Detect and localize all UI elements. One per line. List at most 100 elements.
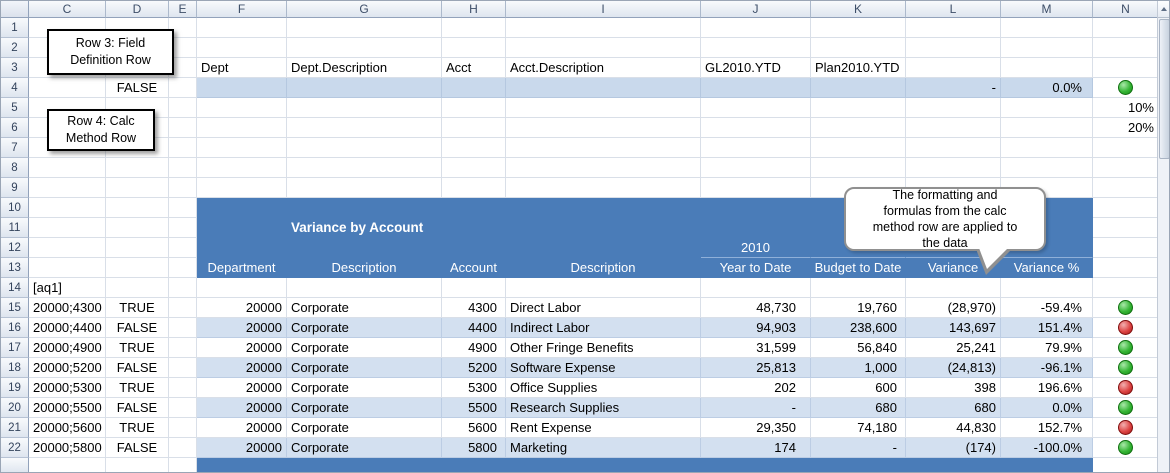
cell-J1[interactable] <box>701 18 811 38</box>
row-flag[interactable]: FALSE <box>106 318 169 338</box>
variance-pct[interactable]: 79.9% <box>1001 338 1093 358</box>
column-header-E[interactable]: E <box>169 1 197 18</box>
cell-H5[interactable] <box>442 98 506 118</box>
cell-D8[interactable] <box>106 158 169 178</box>
cell-N8[interactable] <box>1093 158 1159 178</box>
cell-H7[interactable] <box>442 138 506 158</box>
column-header-H[interactable]: H <box>442 1 506 18</box>
variance-pct[interactable]: -96.1% <box>1001 358 1093 378</box>
cell-J6[interactable] <box>701 118 811 138</box>
row-flag[interactable]: FALSE <box>106 398 169 418</box>
row-header-14[interactable]: 14 <box>1 278 29 298</box>
dept-code[interactable]: 20000 <box>197 298 287 318</box>
cell-F5[interactable] <box>197 98 287 118</box>
cell-N3[interactable] <box>1093 58 1159 78</box>
cell-E4[interactable] <box>169 78 197 98</box>
row-header-13[interactable]: 13 <box>1 258 29 278</box>
row-header-9[interactable]: 9 <box>1 178 29 198</box>
row-header-11[interactable]: 11 <box>1 218 29 238</box>
cell-J11[interactable] <box>701 218 811 238</box>
calc-amount[interactable]: - <box>906 78 1001 98</box>
cell-J10[interactable] <box>701 198 811 218</box>
account-description[interactable]: Indirect Labor <box>506 318 701 338</box>
cell-L8[interactable] <box>906 158 1001 178</box>
account-code[interactable]: 5800 <box>442 438 506 458</box>
cell-M3[interactable] <box>1001 58 1093 78</box>
cell-I14[interactable] <box>506 278 701 298</box>
row-status[interactable] <box>1093 378 1159 398</box>
account-description[interactable]: Software Expense <box>506 358 701 378</box>
cell-E9[interactable] <box>169 178 197 198</box>
ytd-value[interactable]: 29,350 <box>701 418 811 438</box>
cell-F2[interactable] <box>197 38 287 58</box>
cell-E21[interactable] <box>169 418 197 438</box>
account-description[interactable]: Office Supplies <box>506 378 701 398</box>
cell-D11[interactable] <box>106 218 169 238</box>
cell-K2[interactable] <box>811 38 906 58</box>
cell-G14[interactable] <box>287 278 442 298</box>
account-code[interactable]: 5600 <box>442 418 506 438</box>
row-flag[interactable]: FALSE <box>106 358 169 378</box>
row-header-2[interactable]: 2 <box>1 38 29 58</box>
cell-I1[interactable] <box>506 18 701 38</box>
cell-E11[interactable] <box>169 218 197 238</box>
cell-D9[interactable] <box>106 178 169 198</box>
cell-C9[interactable] <box>29 178 106 198</box>
cell-H10[interactable] <box>442 198 506 218</box>
dept-code[interactable]: 20000 <box>197 378 287 398</box>
cell-I7[interactable] <box>506 138 701 158</box>
cell-C11[interactable] <box>29 218 106 238</box>
cell-E17[interactable] <box>169 338 197 358</box>
cell-D23[interactable] <box>106 458 169 473</box>
year-label[interactable]: 2010 <box>701 238 811 258</box>
col-header-ytd[interactable]: Year to Date <box>701 258 811 278</box>
dept-description[interactable]: Corporate <box>287 338 442 358</box>
cell-K4[interactable] <box>811 78 906 98</box>
cell-F6[interactable] <box>197 118 287 138</box>
row-flag[interactable]: TRUE <box>106 298 169 318</box>
account-code[interactable]: 4300 <box>442 298 506 318</box>
cell-H9[interactable] <box>442 178 506 198</box>
dept-code[interactable]: 20000 <box>197 438 287 458</box>
ytd-value[interactable]: 202 <box>701 378 811 398</box>
row-flag[interactable]: TRUE <box>106 338 169 358</box>
row-header-3[interactable]: 3 <box>1 58 29 78</box>
variance-value[interactable]: 25,241 <box>906 338 1001 358</box>
cell-F4[interactable] <box>197 78 287 98</box>
cell-D12[interactable] <box>106 238 169 258</box>
row-flag[interactable]: TRUE <box>106 378 169 398</box>
cell-K7[interactable] <box>811 138 906 158</box>
cell-H11[interactable] <box>442 218 506 238</box>
col-header-dept-description[interactable]: Description <box>287 258 442 278</box>
variance-value[interactable]: (24,813) <box>906 358 1001 378</box>
cell-M8[interactable] <box>1001 158 1093 178</box>
cell-I8[interactable] <box>506 158 701 178</box>
cell-I2[interactable] <box>506 38 701 58</box>
cell-H2[interactable] <box>442 38 506 58</box>
row-status[interactable] <box>1093 358 1159 378</box>
dept-code[interactable]: 20000 <box>197 418 287 438</box>
cell-D14[interactable] <box>106 278 169 298</box>
column-header-F[interactable]: F <box>197 1 287 18</box>
budget-value[interactable]: 680 <box>811 398 906 418</box>
row-header-5[interactable]: 5 <box>1 98 29 118</box>
column-header-I[interactable]: I <box>506 1 701 18</box>
row-header-19[interactable]: 19 <box>1 378 29 398</box>
col-header-department[interactable]: Department <box>197 258 287 278</box>
cell-E7[interactable] <box>169 138 197 158</box>
cell-J5[interactable] <box>701 98 811 118</box>
ytd-value[interactable]: 94,903 <box>701 318 811 338</box>
dept-description[interactable]: Corporate <box>287 358 442 378</box>
cell-F1[interactable] <box>197 18 287 38</box>
col-header-budget[interactable]: Budget to Date <box>811 258 906 278</box>
variance-value[interactable]: 398 <box>906 378 1001 398</box>
row-header-21[interactable]: 21 <box>1 418 29 438</box>
cell-E15[interactable] <box>169 298 197 318</box>
row-status[interactable] <box>1093 398 1159 418</box>
cell-F14[interactable] <box>197 278 287 298</box>
row-header-18[interactable]: 18 <box>1 358 29 378</box>
budget-value[interactable]: - <box>811 438 906 458</box>
cell-C8[interactable] <box>29 158 106 178</box>
cell-E13[interactable] <box>169 258 197 278</box>
row-header-10[interactable]: 10 <box>1 198 29 218</box>
